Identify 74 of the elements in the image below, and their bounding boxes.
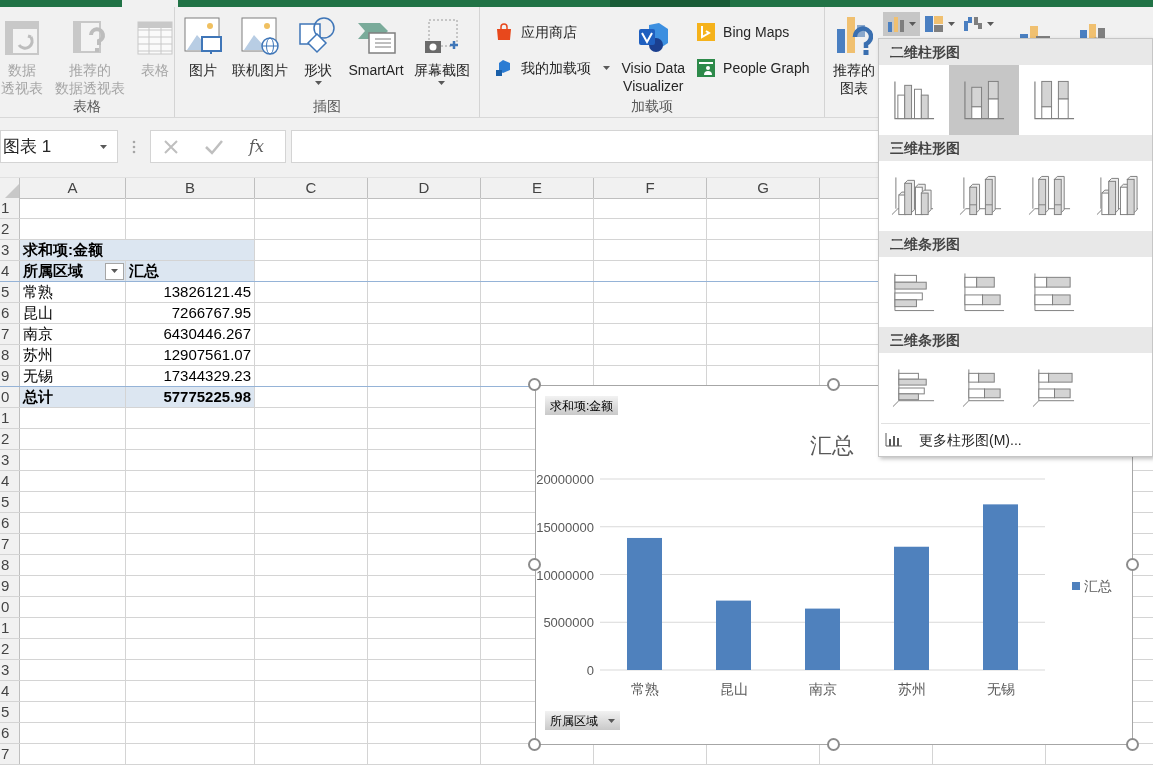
column-header[interactable]: B (126, 178, 255, 199)
row-header[interactable]: 5 (0, 282, 20, 302)
row-header[interactable]: 1 (0, 618, 20, 638)
row-header[interactable]: 1 (0, 198, 20, 218)
row-header[interactable]: 7 (0, 744, 20, 764)
row-header[interactable]: 2 (0, 219, 20, 239)
row-header[interactable]: 0 (0, 387, 20, 407)
group-label: 插图 (313, 97, 341, 115)
ribbon-button[interactable]: 联机图片 (228, 9, 293, 97)
column-header[interactable]: A (20, 178, 126, 199)
ribbon-button[interactable]: 我的加载项 (490, 55, 614, 81)
table-cell: 所属区域 (23, 261, 83, 281)
row-header[interactable]: 6 (0, 303, 20, 323)
section-header: 二维柱形图 (879, 39, 1152, 65)
group-label: 表格 (73, 97, 101, 115)
ribbon-button[interactable]: 形状 (294, 9, 343, 97)
axis-label: 常熟 (630, 681, 659, 697)
row-header[interactable]: 9 (0, 366, 20, 386)
section-header: 二维条形图 (879, 231, 1152, 257)
axis-label: 20000000 (536, 472, 594, 487)
more-charts-item[interactable]: 更多柱形图(M)... (879, 424, 1152, 456)
row-header[interactable]: 7 (0, 534, 20, 554)
row-header[interactable]: 8 (0, 345, 20, 365)
axis-label: 0 (586, 663, 594, 678)
row-header[interactable]: 6 (0, 513, 20, 533)
row-header[interactable]: 2 (0, 639, 20, 659)
ribbon-button[interactable]: 推荐的 图表 (829, 9, 879, 97)
axis-label: 南京 (808, 681, 837, 697)
axis-label: 10000000 (536, 567, 594, 583)
axis-label: 5000000 (543, 615, 594, 631)
table-cell: 汇总 (126, 261, 255, 281)
table-cell: 总计 (20, 387, 126, 407)
function-button[interactable]: fx (249, 134, 264, 159)
row-header[interactable]: 8 (0, 555, 20, 575)
section-header: 三维条形图 (879, 327, 1152, 353)
ribbon-button[interactable]: 屏幕截图 (409, 9, 474, 97)
row-header[interactable]: 5 (0, 492, 20, 512)
chart-title: 汇总 (810, 433, 854, 458)
field-button[interactable]: 求和项:金额 (545, 396, 619, 415)
pivot-title: 求和项:金额 (20, 240, 255, 260)
legend-label: 汇总 (1084, 578, 1112, 594)
ribbon-button[interactable]: 图片 (180, 9, 227, 97)
column-header[interactable]: F (594, 178, 707, 199)
axis-label: 昆山 (719, 681, 748, 697)
ribbon-button[interactable]: Bing Maps (693, 19, 814, 45)
field-button[interactable]: 所属区域 (545, 711, 620, 730)
ribbon-button[interactable]: 应用商店 (490, 19, 614, 45)
group-label: 加载项 (631, 97, 673, 115)
table-cell: 57775225.98 (126, 387, 255, 407)
row-header[interactable]: 3 (0, 450, 20, 470)
ribbon-button[interactable]: People Graph (693, 55, 814, 81)
row-header[interactable]: 3 (0, 660, 20, 680)
row-header[interactable]: 1 (0, 408, 20, 428)
row-header[interactable]: 0 (0, 597, 20, 617)
ribbon-button[interactable]: Visio Data Visualizer (617, 7, 690, 95)
row-header[interactable]: 4 (0, 471, 20, 491)
axis-label: 苏州 (897, 681, 926, 697)
section-header: 三维柱形图 (879, 135, 1152, 161)
column-header[interactable]: C (255, 178, 368, 199)
row-header[interactable]: 2 (0, 429, 20, 449)
row-header[interactable]: 4 (0, 681, 20, 701)
column-header[interactable]: D (368, 178, 481, 199)
column-header[interactable]: G (707, 178, 820, 199)
axis-label: 无锡 (986, 681, 1015, 697)
name-box[interactable]: 图表 1 (0, 130, 118, 163)
ribbon-button[interactable]: SmartArt (344, 9, 408, 97)
row-header[interactable]: 4 (0, 261, 20, 281)
row-header[interactable]: 9 (0, 576, 20, 596)
column-header[interactable]: E (481, 178, 594, 199)
row-header[interactable]: 5 (0, 702, 20, 722)
row-header[interactable]: 7 (0, 324, 20, 344)
axis-label: 15000000 (536, 519, 594, 535)
row-header[interactable]: 6 (0, 723, 20, 743)
row-header[interactable]: 3 (0, 240, 20, 260)
